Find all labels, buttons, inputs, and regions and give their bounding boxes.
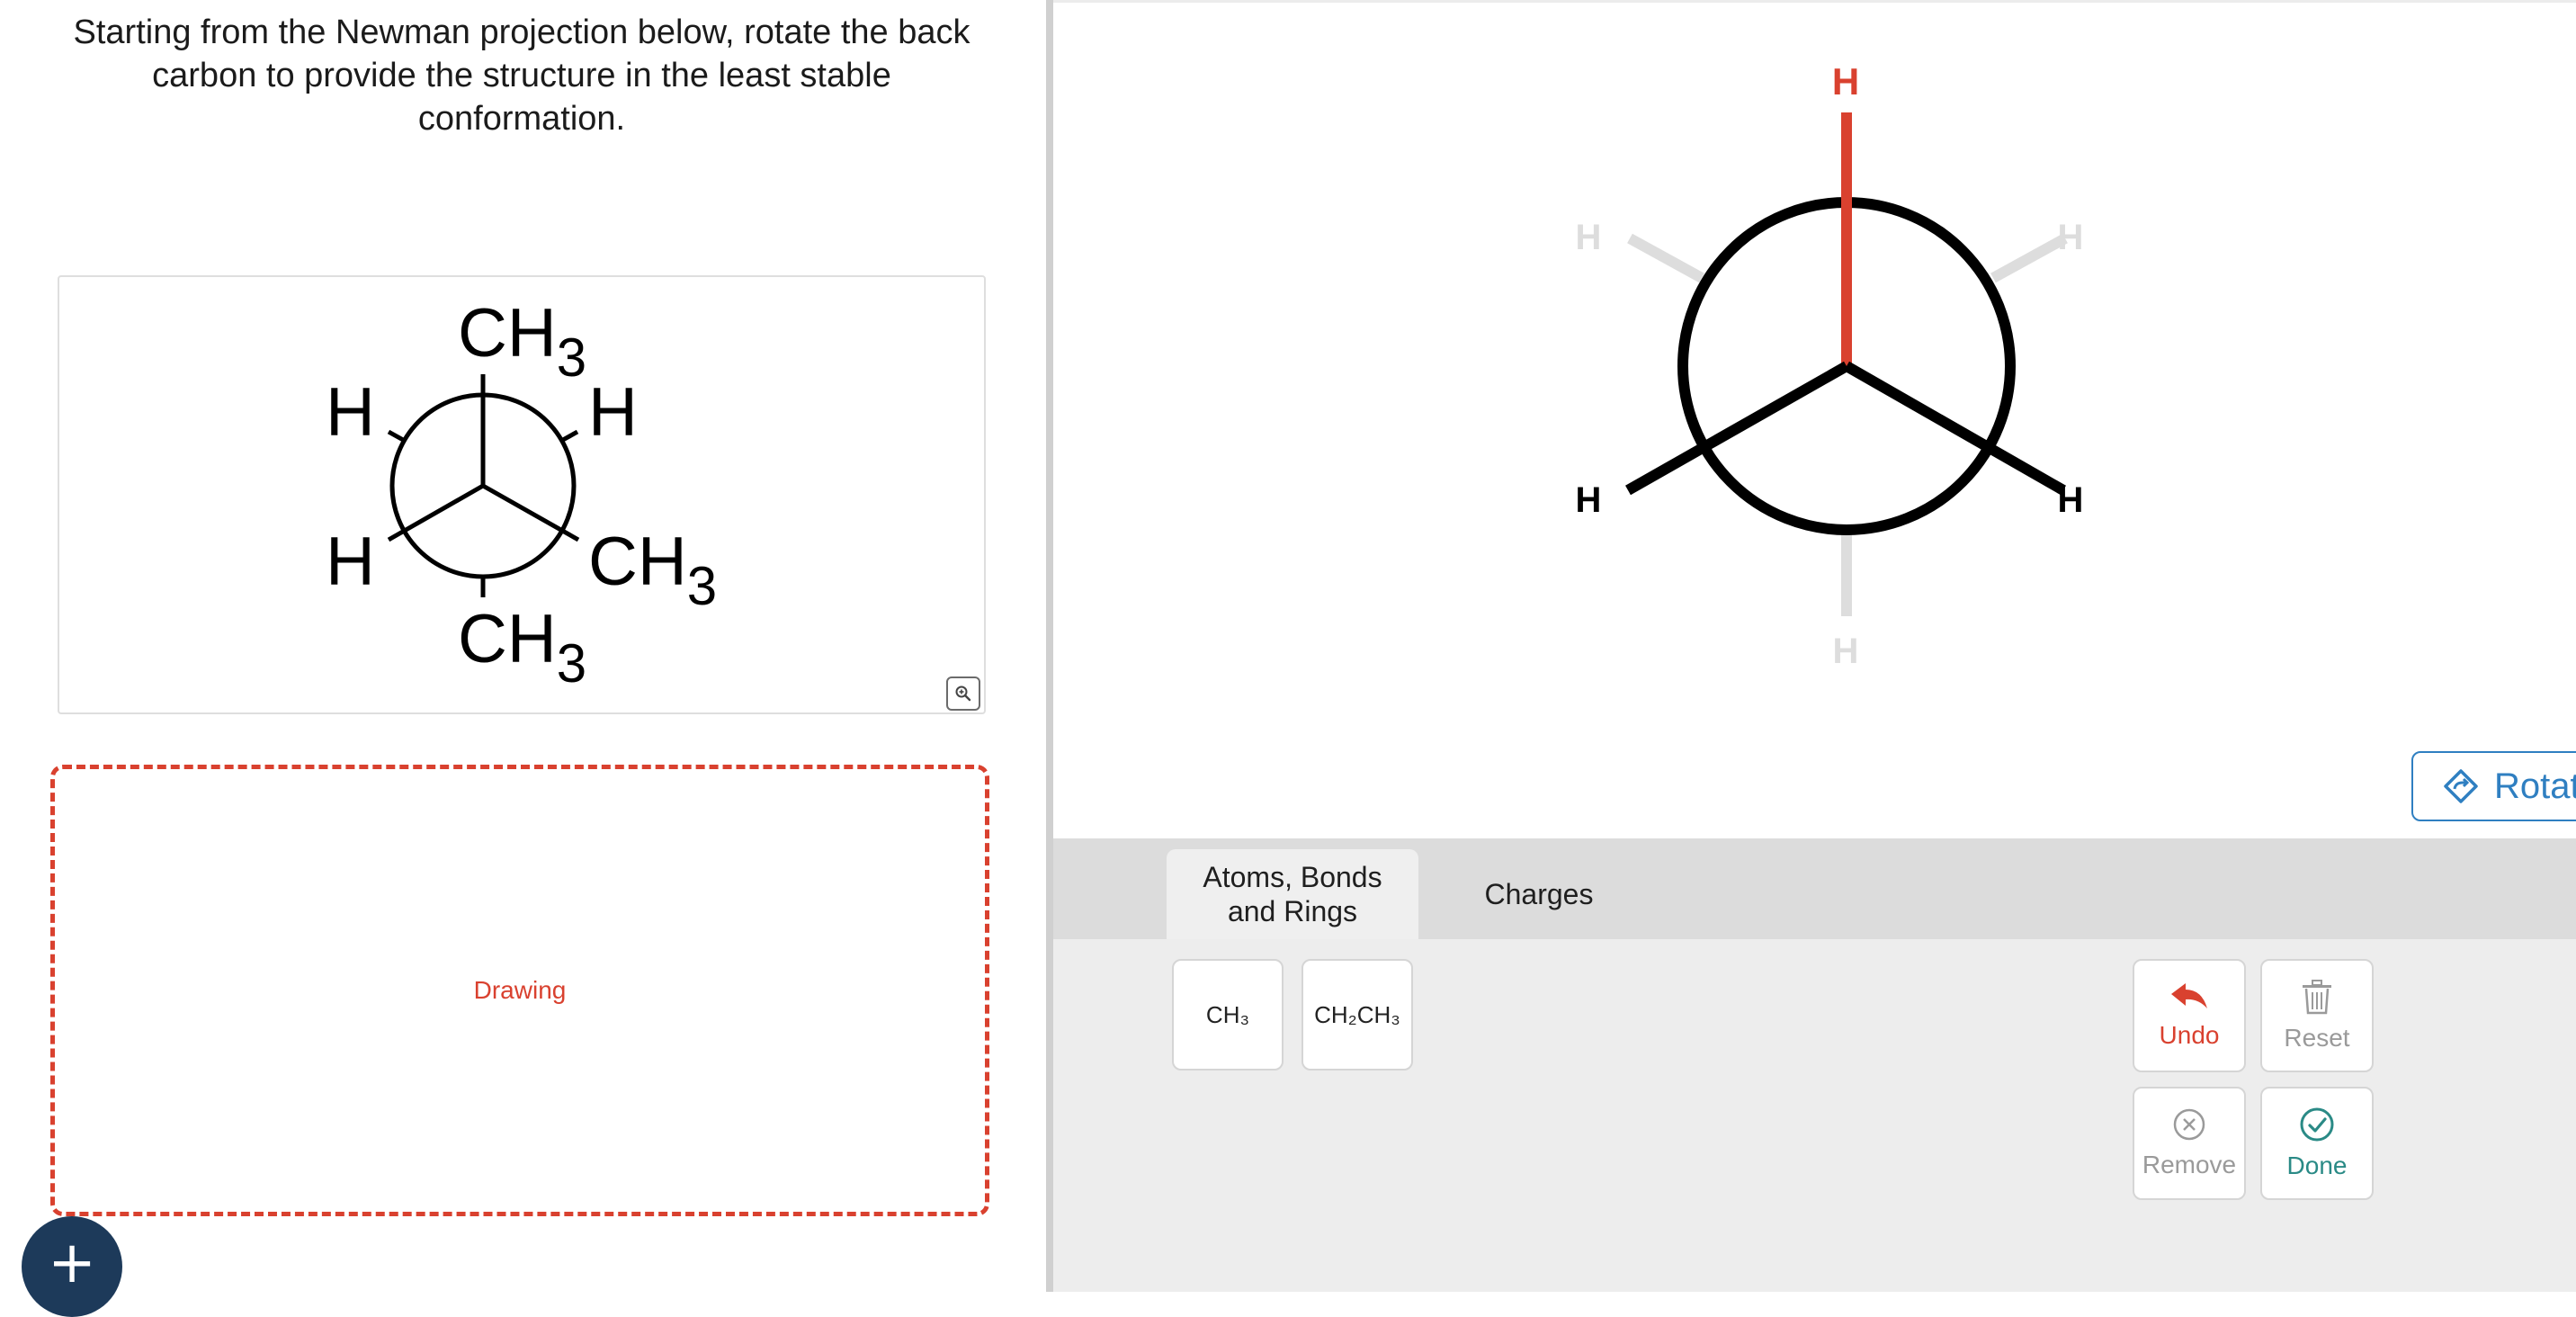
- tab-atoms-bonds-rings[interactable]: Atoms, Bonds and Rings: [1167, 849, 1418, 939]
- tab-atoms-label-line-2: and Rings: [1227, 895, 1358, 927]
- given-back-bond-upper-right: [559, 429, 579, 443]
- zoom-button[interactable]: [946, 676, 980, 711]
- back-bond-upper-right[interactable]: [1990, 233, 2068, 283]
- back-label-bottom[interactable]: H: [1833, 632, 1859, 671]
- given-back-bond-upper-left: [387, 429, 407, 443]
- undo-label: Undo: [2159, 1021, 2220, 1049]
- tab-atoms-label-line-1: Atoms, Bonds: [1203, 861, 1382, 893]
- front-bond-right[interactable]: [1844, 361, 2066, 496]
- done-label: Done: [2286, 1151, 2348, 1179]
- group-ch2ch3-label: CH₂CH₃: [1314, 1000, 1400, 1028]
- given-front-bond-lower-left: [387, 483, 485, 542]
- pane-divider[interactable]: [1046, 0, 1053, 1292]
- front-label-left[interactable]: H: [1576, 480, 1602, 520]
- tool-tabs: Atoms, Bonds and Rings Charges: [1053, 838, 2576, 939]
- newman-editor-drawing[interactable]: H H H H H H: [1053, 3, 2576, 841]
- tool-palette: CH₃ CH₂CH₃ Undo Reset Remove Done: [1053, 939, 2576, 1292]
- circle-check-icon: [2300, 1107, 2334, 1142]
- group-ch2ch3-button[interactable]: CH₂CH₃: [1301, 959, 1413, 1071]
- drawing-drop-zone[interactable]: Drawing: [50, 765, 989, 1216]
- remove-label: Remove: [2142, 1151, 2237, 1178]
- rotate-button[interactable]: Rotat: [2411, 751, 2576, 821]
- tab-atoms-label: Atoms, Bonds and Rings: [1203, 860, 1382, 928]
- rotate-icon: [2444, 769, 2478, 803]
- question-line-3: conformation.: [417, 100, 626, 138]
- back-label-upper-left[interactable]: H: [1576, 218, 1602, 257]
- drawing-label: Drawing: [473, 976, 567, 1004]
- trash-icon: [2303, 980, 2331, 1015]
- question-pane: Starting from the Newman projection belo…: [0, 0, 1046, 1317]
- undo-arrow-icon: [2171, 983, 2207, 1008]
- group-ch3-label: CH₃: [1205, 1000, 1250, 1028]
- tab-charges-label: Charges: [1484, 878, 1594, 910]
- undo-button[interactable]: Undo: [2133, 959, 2246, 1072]
- given-front-bond-lower-right: [481, 483, 580, 542]
- reset-label: Reset: [2284, 1024, 2350, 1052]
- given-label-upper-left: H: [326, 374, 375, 451]
- front-bond-left[interactable]: [1625, 361, 1849, 496]
- given-label-lower-left: H: [326, 524, 375, 600]
- editor-canvas[interactable]: H H H H H H Rotat: [1053, 0, 2576, 838]
- remove-button[interactable]: Remove: [2133, 1087, 2246, 1200]
- question-line-2: carbon to provide the structure in the l…: [152, 57, 891, 94]
- group-ch3-button[interactable]: CH₃: [1172, 959, 1284, 1071]
- circle-x-icon: [2173, 1108, 2205, 1141]
- given-newman-projection: CH3 H H H CH3 CH3: [326, 295, 717, 694]
- given-label-upper-right: H: [588, 374, 638, 451]
- given-label-lower-right: CH3: [588, 524, 717, 616]
- front-label-top[interactable]: H: [1832, 60, 1859, 103]
- done-button[interactable]: Done: [2260, 1087, 2374, 1200]
- plus-icon: +: [48, 1230, 96, 1296]
- tab-charges[interactable]: Charges: [1440, 849, 1638, 939]
- given-structure-card: CH3 H H H CH3 CH3: [58, 275, 986, 714]
- question-text: Starting from the Newman projection belo…: [54, 11, 989, 140]
- front-label-right[interactable]: H: [2058, 480, 2084, 520]
- given-label-bottom: CH3: [458, 601, 586, 694]
- question-line-1: Starting from the Newman projection belo…: [73, 13, 970, 51]
- rotate-button-label: Rotat: [2494, 766, 2576, 806]
- given-label-top: CH3: [458, 295, 586, 388]
- reset-button[interactable]: Reset: [2260, 959, 2374, 1072]
- back-label-upper-right[interactable]: H: [2058, 218, 2084, 257]
- zoom-in-icon: [955, 685, 971, 702]
- back-bond-upper-left[interactable]: [1627, 233, 1704, 283]
- add-button[interactable]: +: [22, 1216, 122, 1317]
